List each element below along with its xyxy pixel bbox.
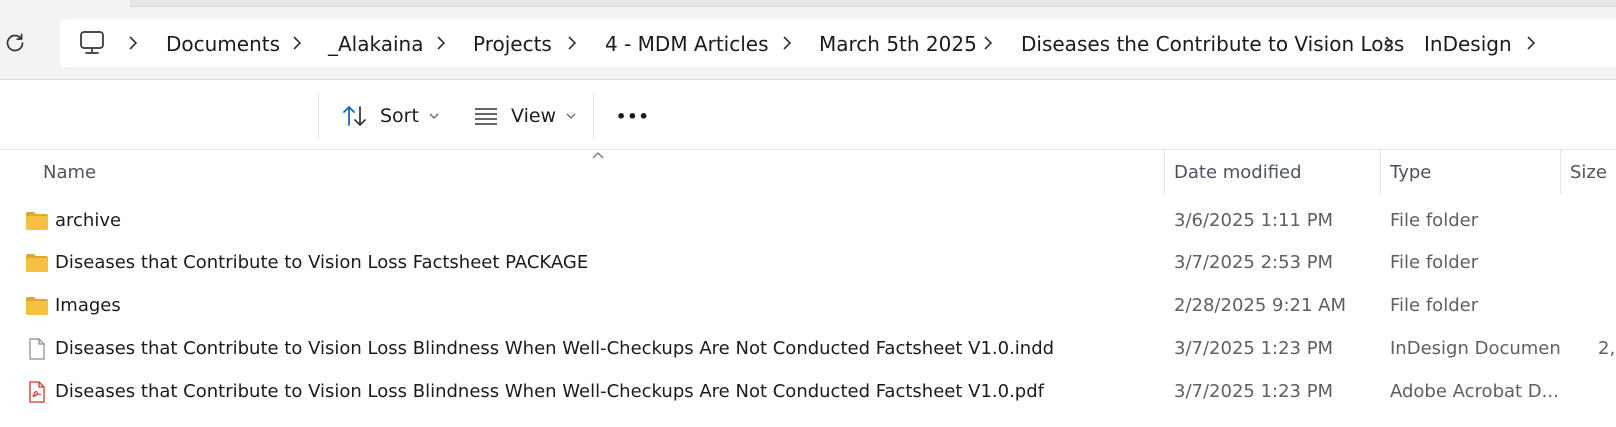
- view-list-icon: [475, 108, 497, 125]
- file-type: File folder: [1390, 295, 1479, 316]
- column-resize-handle[interactable]: [1560, 150, 1561, 194]
- breadcrumb-chevron-icon[interactable]: [981, 32, 995, 54]
- column-resize-handle[interactable]: [1164, 150, 1165, 194]
- chevron-down-icon: [566, 113, 576, 119]
- file-date: 3/7/2025 1:23 PM: [1174, 381, 1334, 402]
- breadcrumb-projects[interactable]: Projects: [473, 32, 552, 56]
- column-headers: Name Date modified Type Size: [0, 150, 1616, 194]
- file-date: 3/7/2025 2:53 PM: [1174, 252, 1334, 273]
- file-name: Diseases that Contribute to Vision Loss …: [55, 381, 1044, 402]
- address-bar[interactable]: Documents _Alakaina Projects 4 - MDM Art…: [60, 19, 1616, 67]
- folder-icon: [26, 212, 48, 230]
- file-row[interactable]: Diseases that Contribute to Vision Loss …: [0, 243, 1616, 285]
- toolbar-divider: [318, 93, 319, 139]
- chevron-down-icon: [429, 113, 439, 119]
- file-type: File folder: [1390, 210, 1479, 231]
- breadcrumb-march-5th[interactable]: March 5th 2025: [819, 32, 977, 56]
- file-row[interactable]: archive 3/6/2025 1:11 PM File folder: [0, 201, 1616, 243]
- file-type: Adobe Acrobat D...: [1390, 381, 1559, 402]
- breadcrumb-chevron-icon[interactable]: [565, 32, 579, 54]
- breadcrumb-chevron-icon[interactable]: [1524, 32, 1538, 54]
- toolbar-divider: [593, 93, 594, 139]
- file-date: 2/28/2025 9:21 AM: [1174, 295, 1347, 316]
- breadcrumb-diseases-folder[interactable]: Diseases the Contribute to Vision Loss: [1021, 32, 1404, 56]
- folder-icon: [26, 254, 48, 272]
- file-name: Diseases that Contribute to Vision Loss …: [55, 338, 1055, 359]
- column-resize-handle[interactable]: [1380, 150, 1381, 194]
- pdf-icon: [29, 381, 45, 403]
- breadcrumb-alakaina[interactable]: _Alakaina: [328, 32, 423, 56]
- file-type: File folder: [1390, 252, 1479, 273]
- command-bar: Sort View •••: [0, 80, 1616, 150]
- sort-icon: [343, 106, 366, 126]
- file-name: archive: [55, 210, 122, 231]
- this-pc-icon: [80, 31, 104, 54]
- column-header-size[interactable]: Size: [1570, 162, 1607, 183]
- file-type: InDesign Document: [1390, 338, 1560, 359]
- document-icon: [29, 338, 45, 360]
- file-date: 3/7/2025 1:23 PM: [1174, 338, 1334, 359]
- folder-icon: [26, 297, 48, 315]
- column-header-name[interactable]: Name: [43, 162, 96, 183]
- column-header-type[interactable]: Type: [1390, 162, 1431, 183]
- file-row[interactable]: Diseases that Contribute to Vision Loss …: [0, 329, 1616, 371]
- breadcrumb-documents[interactable]: Documents: [166, 32, 280, 56]
- more-options-button[interactable]: •••: [616, 100, 650, 132]
- refresh-icon: [6, 33, 24, 52]
- tab-strip: [130, 0, 1616, 7]
- column-header-date[interactable]: Date modified: [1174, 162, 1302, 183]
- view-button[interactable]: View: [473, 100, 576, 132]
- sort-label: Sort: [380, 105, 419, 127]
- breadcrumb-indesign[interactable]: InDesign: [1424, 32, 1512, 56]
- file-name: Images: [55, 295, 121, 316]
- refresh-button[interactable]: [2, 30, 28, 56]
- view-label: View: [511, 105, 557, 127]
- breadcrumb-chevron-icon[interactable]: [290, 32, 304, 54]
- file-name: Diseases that Contribute to Vision Loss …: [55, 252, 589, 273]
- breadcrumb-chevron-icon[interactable]: [434, 32, 448, 54]
- file-size: 2,0: [1598, 338, 1616, 359]
- breadcrumb-mdm-articles[interactable]: 4 - MDM Articles: [605, 32, 769, 56]
- sort-button[interactable]: Sort: [342, 100, 439, 132]
- more-icon: •••: [616, 106, 650, 126]
- file-date: 3/6/2025 1:11 PM: [1174, 210, 1334, 231]
- breadcrumb-chevron-icon[interactable]: [126, 32, 140, 54]
- file-row[interactable]: Diseases that Contribute to Vision Loss …: [0, 372, 1616, 414]
- file-row[interactable]: Images 2/28/2025 9:21 AM File folder: [0, 286, 1616, 328]
- breadcrumb-chevron-icon[interactable]: [1382, 32, 1396, 54]
- breadcrumb-chevron-icon[interactable]: [780, 32, 794, 54]
